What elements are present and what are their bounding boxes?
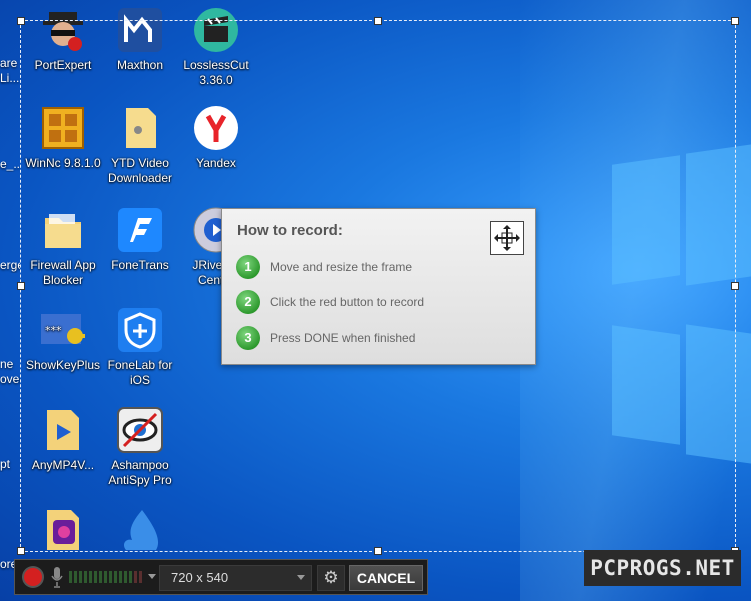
recorder-toolbar: 720 x 540 ⚙ CANCEL	[14, 559, 428, 595]
resolution-value: 720 x 540	[171, 570, 229, 585]
step-number: 3	[236, 326, 260, 350]
step-number: 2	[236, 290, 260, 314]
edge-icon-label-4[interactable]: neover	[0, 357, 20, 387]
settings-gear-icon[interactable]: ⚙	[317, 565, 345, 591]
step-text: Click the red button to record	[270, 295, 425, 309]
chevron-down-icon	[297, 575, 305, 580]
howto-step-1: 1 Move and resize the frame	[236, 255, 412, 279]
resize-handle-bottom-left[interactable]	[17, 547, 25, 555]
cancel-button[interactable]: CANCEL	[349, 565, 423, 591]
record-button[interactable]	[24, 568, 42, 586]
edge-icon-label-3[interactable]: erge	[0, 258, 20, 273]
resize-handle-right[interactable]	[731, 282, 739, 290]
resize-handle-top[interactable]	[374, 17, 382, 25]
edge-icon-label-5[interactable]: pt	[0, 457, 20, 472]
step-number: 1	[236, 255, 260, 279]
howto-step-2: 2 Click the red button to record	[236, 290, 424, 314]
edge-icon-label-2[interactable]: e_...	[0, 157, 20, 172]
edge-icon-label-1[interactable]: are Li...	[0, 56, 20, 86]
resize-handle-top-left[interactable]	[17, 17, 25, 25]
watermark: PCPROGS.NET	[584, 550, 741, 586]
move-icon[interactable]	[490, 221, 524, 255]
howto-title: How to record:	[237, 222, 343, 239]
step-text: Move and resize the frame	[270, 260, 413, 274]
microphone-icon[interactable]	[51, 566, 63, 588]
resize-handle-bottom[interactable]	[374, 547, 382, 555]
resize-handle-top-right[interactable]	[731, 17, 739, 25]
resolution-dropdown[interactable]: 720 x 540	[159, 565, 312, 591]
how-to-record-panel: How to record: 1 Move and resize the fra…	[221, 208, 536, 365]
audio-dropdown-caret[interactable]	[148, 565, 156, 589]
resize-handle-left[interactable]	[17, 282, 25, 290]
howto-step-3: 3 Press DONE when finished	[236, 326, 415, 350]
audio-level-meter	[69, 571, 145, 583]
step-text: Press DONE when finished	[270, 331, 416, 345]
